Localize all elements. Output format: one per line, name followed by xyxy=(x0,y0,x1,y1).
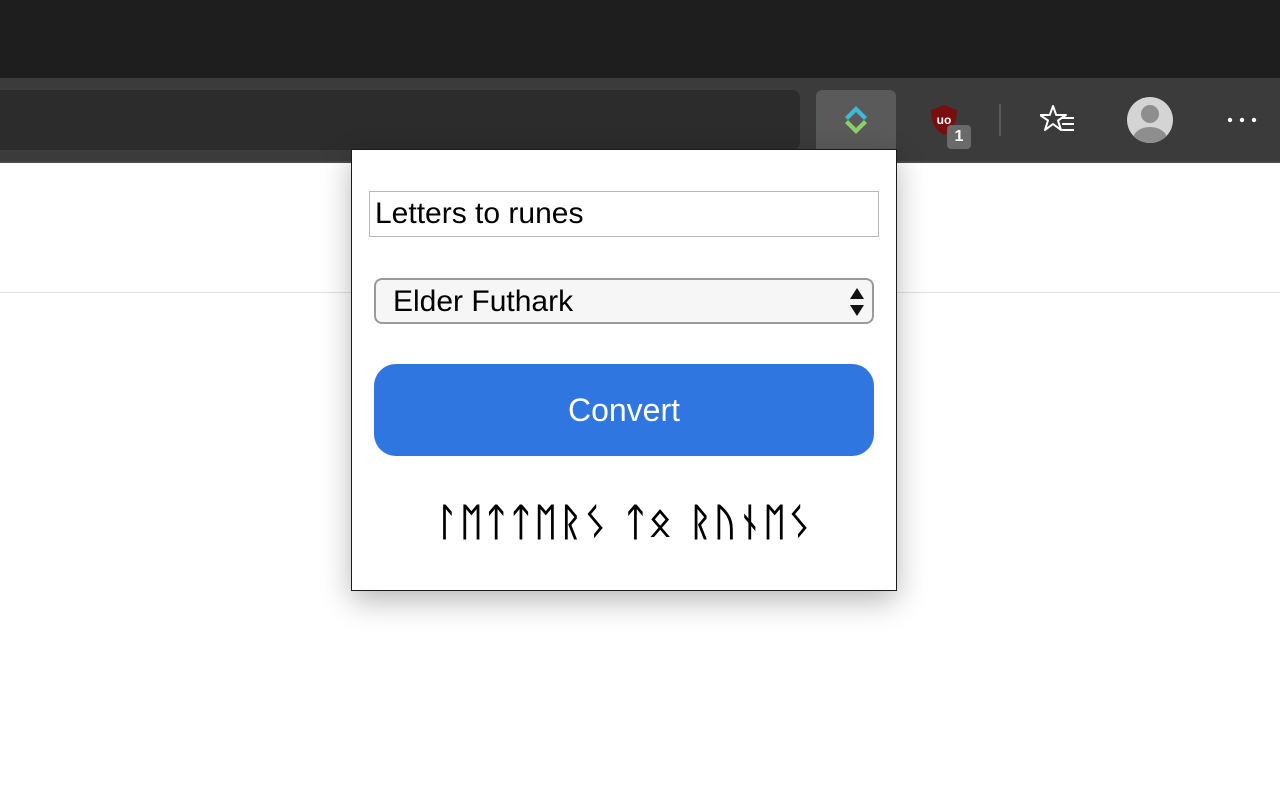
address-bar[interactable] xyxy=(0,90,800,150)
profile-button[interactable] xyxy=(1110,90,1190,150)
ublock-badge: 1 xyxy=(947,125,971,149)
ellipsis-icon xyxy=(1227,117,1257,123)
more-menu-button[interactable] xyxy=(1202,90,1280,150)
alphabet-select[interactable]: Elder Futhark xyxy=(374,278,874,324)
alphabet-select-value: Elder Futhark xyxy=(393,285,574,318)
convert-button[interactable]: Convert xyxy=(374,364,874,456)
ublock-origin-extension-button[interactable]: uo xyxy=(904,90,984,150)
extension-popup: Elder Futhark Convert ᛚᛖᛏᛏᛖᚱᛊ ᛏᛟ ᚱᚢᚾᛖᛊ xyxy=(351,149,897,591)
star-with-lines-icon xyxy=(1040,105,1074,131)
rune-output: ᛚᛖᛏᛏᛖᚱᛊ ᛏᛟ ᚱᚢᚾᛖᛊ xyxy=(435,500,813,544)
favorites-button[interactable] xyxy=(1018,90,1098,150)
toolbar-separator xyxy=(999,104,1001,136)
window-titlebar xyxy=(0,0,1280,78)
rune-converter-extension-button[interactable] xyxy=(816,90,896,150)
select-arrows-icon xyxy=(850,288,864,316)
avatar-icon xyxy=(1127,97,1173,143)
text-input[interactable] xyxy=(369,191,879,237)
rune-converter-icon xyxy=(845,106,867,134)
